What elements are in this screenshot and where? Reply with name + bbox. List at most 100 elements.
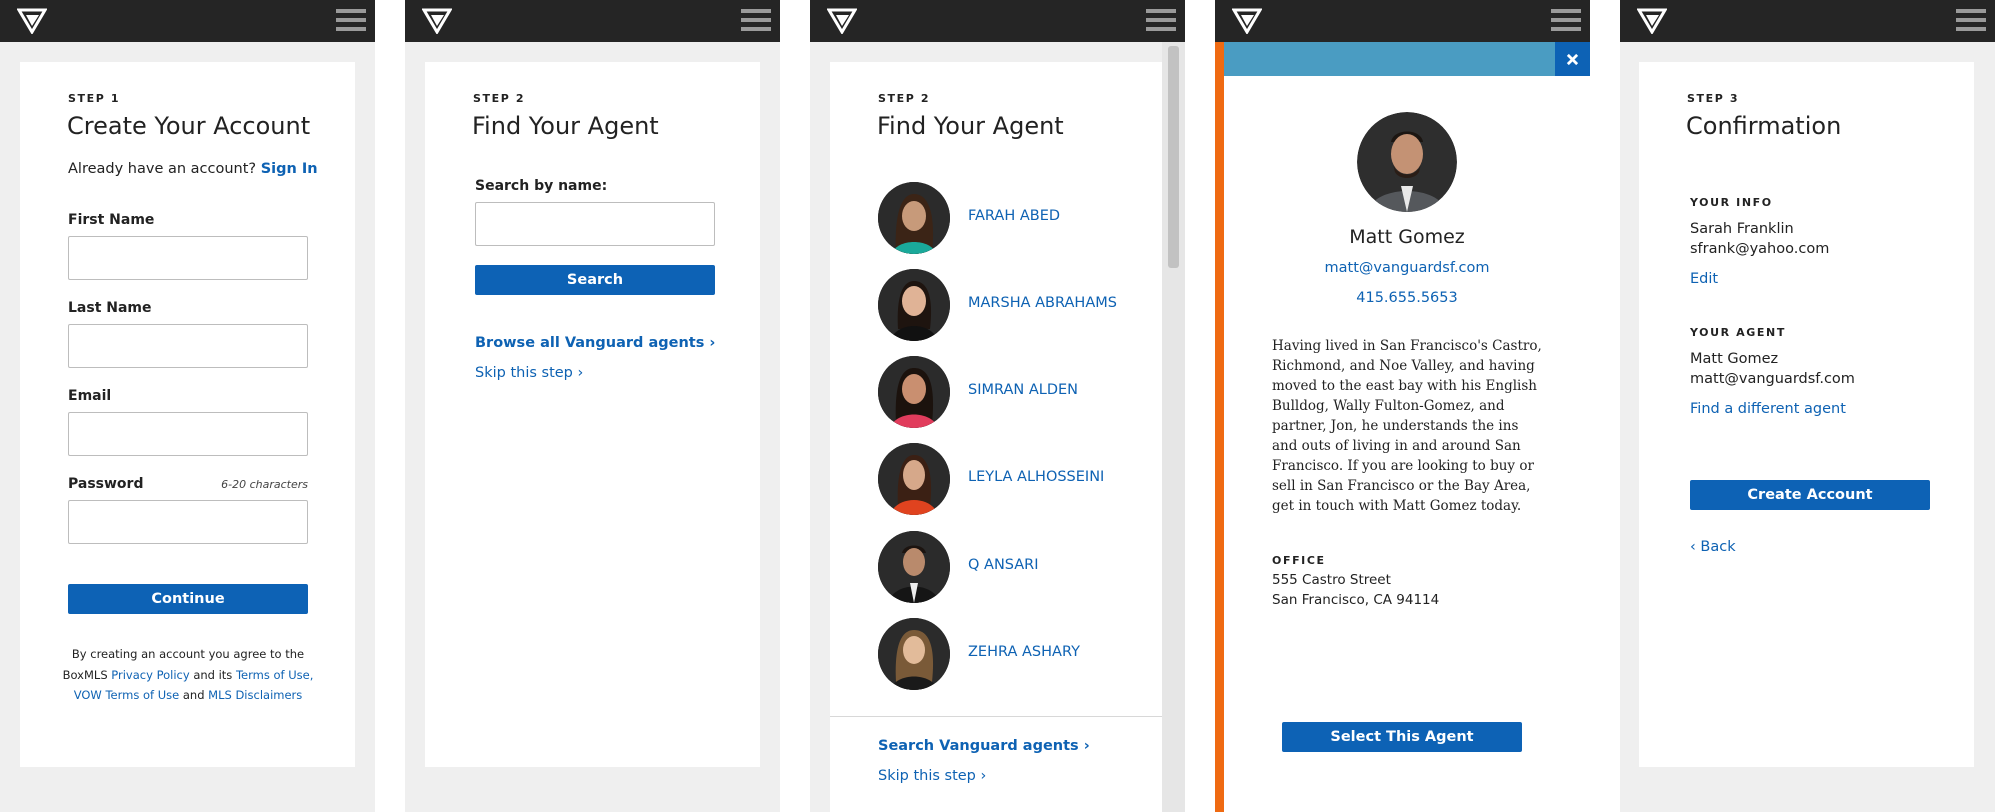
agent-modal: Matt Gomez matt@vanguardsf.com 415.655.5… — [1224, 42, 1590, 812]
agent-photo — [878, 443, 950, 515]
office-label: OFFICE — [1272, 554, 1326, 567]
confirmation-card: STEP 3 Confirmation YOUR INFO Sarah Fran… — [1639, 62, 1974, 767]
agent-name-link[interactable]: MARSHA ABRAHAMS — [968, 295, 1117, 311]
search-input[interactable] — [475, 202, 715, 246]
mls-disclaimers-link[interactable]: MLS Disclaimers — [208, 688, 302, 702]
browse-agents-link[interactable]: Browse all Vanguard agents › — [475, 334, 715, 354]
agent-name-link[interactable]: ZEHRA ASHARY — [968, 644, 1080, 660]
hamburger-menu-icon[interactable] — [336, 9, 366, 31]
top-bar — [1215, 0, 1590, 42]
agent-photo — [878, 531, 950, 603]
agent-item-marsha-abrahams[interactable]: MARSHA ABRAHAMS — [878, 269, 1138, 341]
agent-photo — [878, 618, 950, 690]
logo-icon[interactable] — [1637, 8, 1667, 34]
step-label: STEP 2 — [473, 92, 526, 105]
top-bar — [0, 0, 375, 42]
skip-step-link[interactable]: Skip this step › — [878, 767, 986, 787]
agent-email-link[interactable]: matt@vanguardsf.com — [1224, 260, 1590, 276]
email-field[interactable] — [68, 412, 308, 456]
password-label: Password — [68, 476, 144, 492]
hamburger-menu-icon[interactable] — [741, 9, 771, 31]
agent-name-link[interactable]: FARAH ABED — [968, 208, 1060, 224]
search-button[interactable]: Search — [475, 265, 715, 295]
agent-photo — [878, 356, 950, 428]
your-info-heading: YOUR INFO — [1690, 196, 1773, 209]
logo-icon[interactable] — [1232, 8, 1262, 34]
page-title: Find Your Agent — [472, 112, 659, 140]
hamburger-menu-icon[interactable] — [1956, 9, 1986, 31]
password-hint: 6-20 characters — [221, 478, 308, 491]
edit-info-link[interactable]: Edit — [1690, 270, 1718, 290]
find-different-agent-link[interactable]: Find a different agent — [1690, 400, 1846, 420]
top-bar — [810, 0, 1185, 42]
continue-button[interactable]: Continue — [68, 584, 308, 614]
agent-photo — [878, 182, 950, 254]
agent-phone-link[interactable]: 415.655.5653 — [1224, 290, 1590, 306]
back-link[interactable]: ‹ Back — [1690, 538, 1736, 558]
last-name-field[interactable] — [68, 324, 308, 368]
agent-item-zehra-ashary[interactable]: ZEHRA ASHARY — [878, 618, 1138, 690]
agent-item-simran-alden[interactable]: SIMRAN ALDEN — [878, 356, 1138, 428]
scrollbar-thumb[interactable] — [1168, 46, 1179, 268]
office-address-line1: 555 Castro Street — [1272, 572, 1391, 588]
close-button[interactable] — [1555, 42, 1590, 76]
agent-item-leyla-alhosseini[interactable]: LEYLA ALHOSSEINI — [878, 443, 1138, 515]
user-name: Sarah Franklin — [1690, 221, 1794, 237]
sign-in-link[interactable]: Sign In — [261, 161, 318, 177]
modal-header — [1224, 42, 1590, 76]
top-bar — [405, 0, 780, 42]
list-footer: Search Vanguard agents › Skip this step … — [830, 716, 1162, 812]
screen-agent-detail: Matt Gomez matt@vanguardsf.com 415.655.5… — [1215, 0, 1590, 812]
logo-icon[interactable] — [17, 8, 47, 34]
hamburger-menu-icon[interactable] — [1146, 9, 1176, 31]
agent-item-q-ansari[interactable]: Q ANSARI — [878, 531, 1138, 603]
office-address-line2: San Francisco, CA 94114 — [1272, 592, 1440, 608]
agent-email: matt@vanguardsf.com — [1690, 371, 1855, 387]
your-agent-heading: YOUR AGENT — [1690, 326, 1786, 339]
search-card: STEP 2 Find Your Agent Search by name: S… — [425, 62, 760, 767]
step-label: STEP 1 — [68, 92, 121, 105]
agent-photo — [1357, 112, 1457, 212]
email-label: Email — [68, 388, 112, 404]
last-name-label: Last Name — [68, 300, 152, 316]
modal-accent-bar — [1215, 42, 1224, 812]
step-label: STEP 3 — [1687, 92, 1740, 105]
password-field[interactable] — [68, 500, 308, 544]
legal-text: By creating an account you agree to the … — [62, 647, 314, 703]
first-name-label: First Name — [68, 212, 155, 228]
hamburger-menu-icon[interactable] — [1551, 9, 1581, 31]
agent-name-link[interactable]: Q ANSARI — [968, 557, 1039, 573]
already-account-text: Already have an account? Sign In — [68, 161, 318, 177]
privacy-policy-link[interactable]: Privacy Policy — [111, 668, 189, 682]
agent-name-link[interactable]: LEYLA ALHOSSEINI — [968, 469, 1104, 485]
user-email: sfrank@yahoo.com — [1690, 241, 1830, 257]
agent-name-link[interactable]: SIMRAN ALDEN — [968, 382, 1078, 398]
top-bar — [1620, 0, 1995, 42]
step-label: STEP 2 — [878, 92, 931, 105]
search-agents-link[interactable]: Search Vanguard agents › — [878, 737, 1090, 757]
create-account-button[interactable]: Create Account — [1690, 480, 1930, 510]
scrollbar[interactable] — [1162, 42, 1185, 812]
vow-terms-link[interactable]: VOW Terms of Use — [74, 688, 180, 702]
close-icon — [1566, 53, 1579, 66]
agent-name: Matt Gomez — [1349, 226, 1465, 248]
page-title: Create Your Account — [67, 112, 311, 140]
screen-find-agent-search: STEP 2 Find Your Agent Search by name: S… — [405, 0, 780, 812]
screen-confirmation: STEP 3 Confirmation YOUR INFO Sarah Fran… — [1620, 0, 1995, 812]
screen-agent-list: STEP 2 Find Your Agent FARAH ABED MARSHA… — [810, 0, 1185, 812]
first-name-field[interactable] — [68, 236, 308, 280]
logo-icon[interactable] — [827, 8, 857, 34]
agent-bio: Having lived in San Francisco's Castro, … — [1272, 338, 1542, 514]
select-agent-button[interactable]: Select This Agent — [1282, 722, 1522, 752]
search-label: Search by name: — [475, 178, 608, 194]
page-title: Confirmation — [1686, 112, 1842, 140]
agent-photo — [878, 269, 950, 341]
agent-name: Matt Gomez — [1690, 351, 1779, 367]
page-title: Find Your Agent — [877, 112, 1064, 140]
terms-of-use-link[interactable]: Terms of Use, — [236, 668, 313, 682]
logo-icon[interactable] — [422, 8, 452, 34]
agent-list-card: STEP 2 Find Your Agent FARAH ABED MARSHA… — [830, 62, 1162, 716]
agent-item-farah-abed[interactable]: FARAH ABED — [878, 182, 1138, 254]
screen-create-account: STEP 1 Create Your Account Already have … — [0, 0, 375, 812]
skip-step-link[interactable]: Skip this step › — [475, 364, 583, 384]
